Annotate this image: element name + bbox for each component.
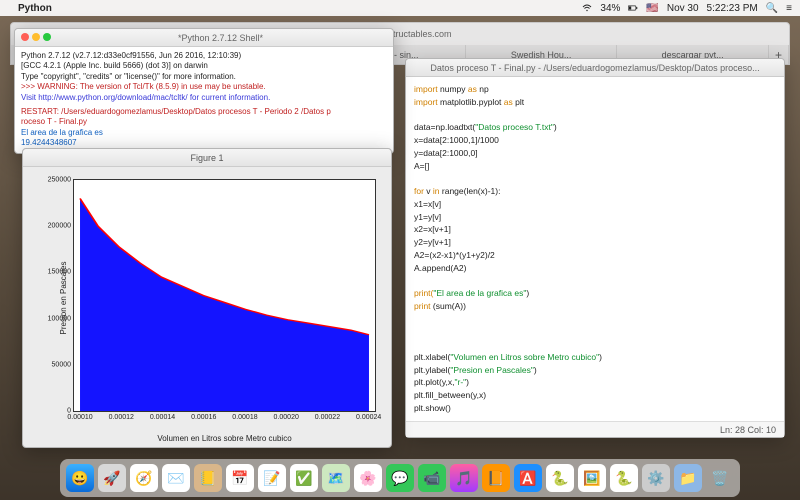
- status-bar: Ln: 28 Col: 10: [406, 421, 784, 437]
- calendar-icon[interactable]: 📅: [226, 464, 254, 492]
- menubar-date[interactable]: Nov 30: [667, 3, 699, 14]
- window-controls[interactable]: [21, 33, 54, 43]
- menubar-time[interactable]: 5:22:23 PM: [707, 3, 758, 14]
- line: [GCC 4.2.1 (Apple Inc. build 5666) (dot …: [21, 61, 387, 71]
- ytick: 200000: [48, 223, 74, 230]
- photos-icon[interactable]: 🌸: [354, 464, 382, 492]
- ytick: 50000: [52, 361, 74, 368]
- ytick: 250000: [48, 177, 74, 184]
- line: Python 2.7.12 (v2.7.12:d33e0cf91556, Jun…: [21, 51, 387, 61]
- preview-icon[interactable]: 🖼️: [578, 464, 606, 492]
- facetime-icon[interactable]: 📹: [418, 464, 446, 492]
- window-title: Datos proceso T - Final.py - /Users/edua…: [412, 63, 778, 73]
- battery-percent: 34%: [600, 3, 620, 14]
- mail-icon[interactable]: ✉️: [162, 464, 190, 492]
- ibooks-icon[interactable]: 📙: [482, 464, 510, 492]
- window-title: Figure 1: [29, 153, 385, 163]
- xtick: 0.00018: [232, 411, 257, 421]
- xtick: 0.00020: [274, 411, 299, 421]
- messages-icon[interactable]: 💬: [386, 464, 414, 492]
- cursor-position: Ln: 28 Col: 10: [720, 425, 776, 435]
- launchpad-icon[interactable]: 🚀: [98, 464, 126, 492]
- line: 19.4244348607: [21, 138, 387, 148]
- battery-icon[interactable]: [628, 3, 638, 13]
- app-name[interactable]: Python: [18, 3, 52, 14]
- flag-icon[interactable]: 🇺🇸: [646, 3, 658, 14]
- line: >>> WARNING: The version of Tcl/Tk (8.5.…: [21, 82, 387, 92]
- xtick: 0.00010: [67, 411, 92, 421]
- maps-icon[interactable]: 🗺️: [322, 464, 350, 492]
- idle-icon[interactable]: 🐍: [610, 464, 638, 492]
- shell-output[interactable]: Python 2.7.12 (v2.7.12:d33e0cf91556, Jun…: [15, 47, 393, 153]
- wifi-icon[interactable]: [582, 3, 592, 13]
- titlebar[interactable]: *Python 2.7.12 Shell*: [15, 29, 393, 47]
- idle-editor-window: Datos proceso T - Final.py - /Users/edua…: [405, 58, 785, 438]
- xtick: 0.00022: [315, 411, 340, 421]
- macos-dock: 😀 🚀 🧭 ✉️ 📒 📅 📝 ✅ 🗺️ 🌸 💬 📹 🎵 📙 🅰️ 🐍 🖼️ 🐍 …: [60, 459, 740, 497]
- line: El area de la grafica es: [21, 128, 387, 138]
- matplotlib-figure-window: Figure 1 Presion en Pascales Volumen en …: [22, 148, 392, 448]
- titlebar[interactable]: Figure 1: [23, 149, 391, 167]
- code-editor[interactable]: import numpy as np import matplotlib.pyp…: [406, 77, 784, 421]
- python-icon[interactable]: 🐍: [546, 464, 574, 492]
- xtick: 0.00024: [356, 411, 381, 421]
- folder-icon[interactable]: 📁: [674, 464, 702, 492]
- python-shell-window: *Python 2.7.12 Shell* Python 2.7.12 (v2.…: [14, 28, 394, 154]
- contacts-icon[interactable]: 📒: [194, 464, 222, 492]
- spotlight-icon[interactable]: 🔍: [766, 3, 778, 14]
- finder-icon[interactable]: 😀: [66, 464, 94, 492]
- line: RESTART: /Users/eduardogomezlamus/Deskto…: [21, 107, 387, 117]
- macos-menubar: Python 34% 🇺🇸 Nov 30 5:22:23 PM 🔍 ≡: [0, 0, 800, 16]
- safari-icon[interactable]: 🧭: [130, 464, 158, 492]
- ytick: 150000: [48, 269, 74, 276]
- chart-svg: [74, 180, 375, 411]
- notifications-icon[interactable]: ≡: [786, 3, 792, 14]
- x-axis-label: Volumen en Litros sobre Metro cubico: [73, 434, 376, 443]
- xtick: 0.00016: [191, 411, 216, 421]
- line: Type "copyright", "credits" or "license(…: [21, 72, 387, 82]
- titlebar[interactable]: Datos proceso T - Final.py - /Users/edua…: [406, 59, 784, 77]
- window-title: *Python 2.7.12 Shell*: [54, 33, 387, 43]
- plot-area: 0 50000 100000 150000 200000 250000 0.00…: [73, 179, 376, 412]
- ytick: 100000: [48, 315, 74, 322]
- notes-icon[interactable]: 📝: [258, 464, 286, 492]
- xtick: 0.00014: [150, 411, 175, 421]
- xtick: 0.00012: [109, 411, 134, 421]
- line: roceso T - Final.py: [21, 117, 387, 127]
- line: Visit http://www.python.org/download/mac…: [21, 93, 387, 103]
- itunes-icon[interactable]: 🎵: [450, 464, 478, 492]
- appstore-icon[interactable]: 🅰️: [514, 464, 542, 492]
- trash-icon[interactable]: 🗑️: [706, 464, 734, 492]
- settings-icon[interactable]: ⚙️: [642, 464, 670, 492]
- reminders-icon[interactable]: ✅: [290, 464, 318, 492]
